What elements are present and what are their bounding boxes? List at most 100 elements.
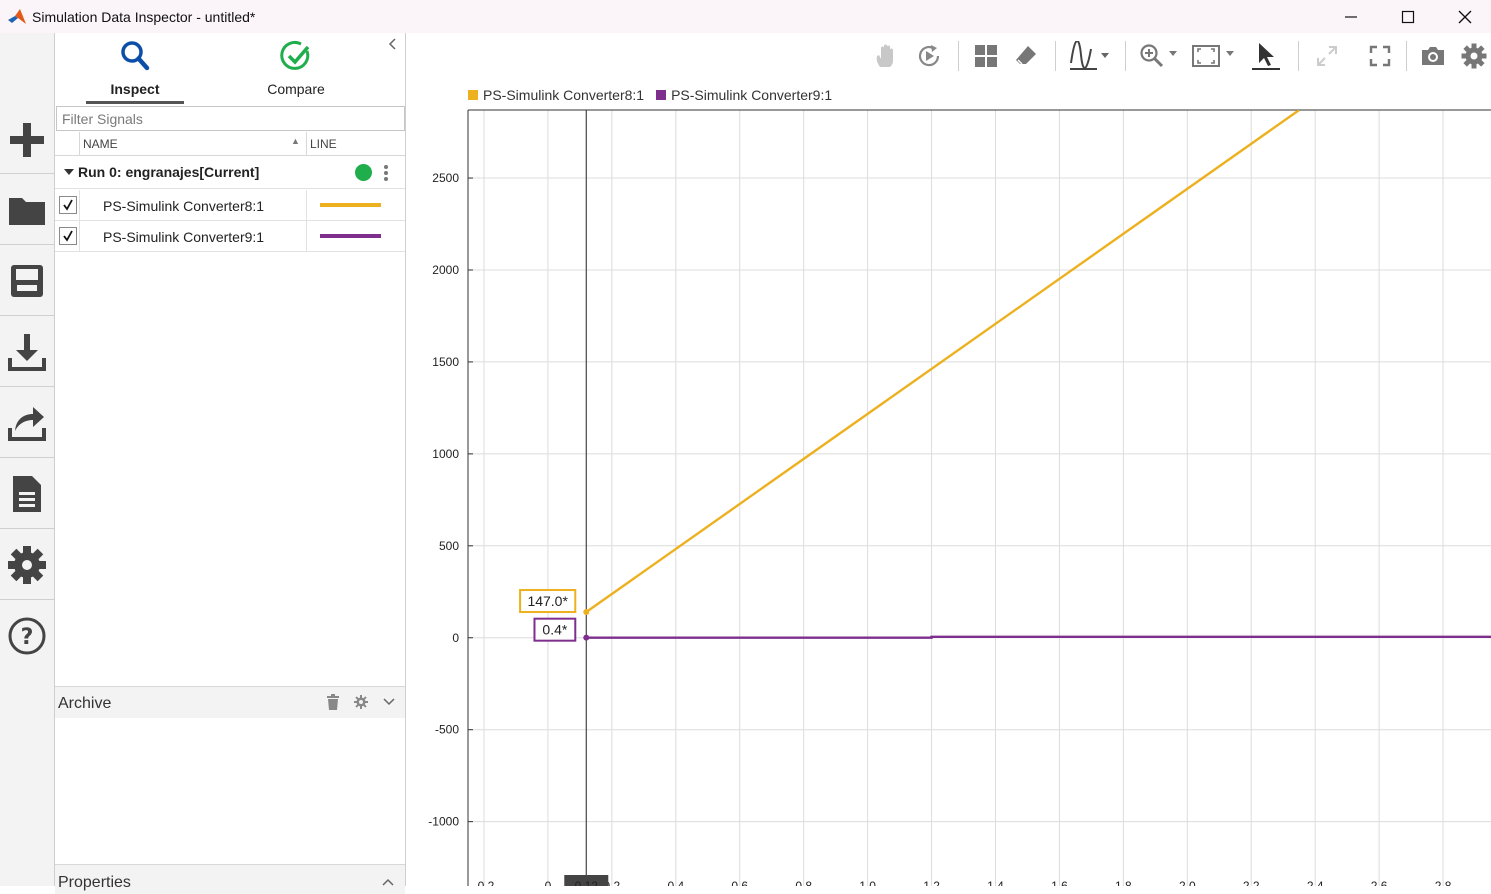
y-tick-label: 2500 — [432, 171, 459, 185]
signal-row[interactable]: PS-Simulink Converter8:1 — [55, 190, 405, 221]
x-tick-label: 2.4 — [1307, 879, 1324, 886]
layout-button[interactable] — [973, 41, 999, 71]
title-bar: Simulation Data Inspector - untitled* — [0, 0, 1491, 33]
expand-icon — [1317, 46, 1337, 66]
cursor-button[interactable] — [1249, 41, 1283, 71]
eraser-icon — [1016, 46, 1036, 65]
y-tick-label: 2000 — [432, 263, 459, 277]
folder-icon — [9, 198, 45, 225]
properties-section[interactable]: Properties — [55, 864, 405, 894]
new-session-button[interactable] — [0, 105, 54, 175]
sort-ascending-icon[interactable]: ▲ — [291, 136, 300, 146]
filter-signals-input[interactable] — [56, 106, 405, 131]
signal-panel: Inspect Compare NAME ▲ LINE Run 0: engra… — [55, 33, 406, 894]
series-line[interactable] — [585, 110, 1300, 613]
signal-name: PS-Simulink Converter9:1 — [103, 229, 265, 245]
x-tick-label: 2.0 — [1179, 879, 1196, 886]
archive-label: Archive — [58, 695, 112, 712]
close-icon — [1458, 10, 1472, 23]
fit-button[interactable] — [1191, 41, 1239, 71]
replay-button[interactable] — [915, 41, 943, 71]
archive-section[interactable]: Archive — [55, 686, 405, 718]
signal-checkbox[interactable] — [59, 196, 77, 214]
cursor-icon — [1252, 43, 1280, 70]
x-tick-label: 0 — [545, 879, 552, 886]
tab-inspect[interactable]: Inspect — [86, 39, 184, 105]
x-tick-label: 1.6 — [1051, 879, 1068, 886]
left-rail: ? — [0, 33, 55, 886]
collapse-panel-icon[interactable] — [386, 37, 400, 51]
help-icon: ? — [8, 617, 46, 655]
pan-button[interactable] — [873, 41, 899, 71]
x-tick-label: 0.8 — [795, 879, 812, 886]
series-line[interactable] — [586, 635, 1491, 639]
signal-line-style[interactable] — [320, 234, 381, 238]
maximize-button[interactable] — [1380, 0, 1436, 33]
y-tick-label: 0 — [452, 631, 459, 645]
run-label: Run 0: engranajes[Current] — [78, 164, 260, 180]
minimize-icon — [1345, 15, 1357, 18]
layout-grid-icon — [975, 45, 997, 67]
x-tick-label: 1.4 — [987, 879, 1004, 886]
maximize-icon — [1401, 10, 1415, 23]
signal-line-style[interactable] — [320, 203, 381, 207]
settings-icon — [1461, 43, 1487, 69]
tab-compare[interactable]: Compare — [247, 39, 345, 105]
checkmark-icon — [63, 230, 73, 242]
camera-icon — [1422, 47, 1444, 65]
column-header-line[interactable]: LINE — [310, 137, 337, 151]
x-tick-label: 1.0 — [859, 879, 876, 886]
x-tick-label: 2.8 — [1435, 879, 1452, 886]
preferences-button[interactable] — [0, 530, 54, 600]
signal-wave-icon — [1070, 41, 1109, 70]
column-header-name[interactable]: NAME — [83, 137, 118, 151]
cursor-point — [583, 634, 590, 641]
cursor-readout-value: 0.4* — [542, 622, 567, 638]
run-row[interactable]: Run 0: engranajes[Current] — [55, 157, 405, 189]
signal-table-header: NAME ▲ LINE — [55, 132, 405, 156]
fullscreen-icon — [1369, 45, 1391, 67]
tab-inspect-label: Inspect — [110, 81, 160, 97]
share-button[interactable] — [0, 388, 54, 458]
save-button[interactable] — [0, 246, 54, 316]
svg-text:?: ? — [21, 625, 34, 650]
help-button[interactable]: ? — [0, 601, 54, 671]
cursor-x-value: 0.12 — [575, 879, 599, 886]
minimize-button[interactable] — [1323, 0, 1379, 33]
matlab-logo-icon — [8, 8, 26, 24]
x-tick-label: 1.2 — [923, 879, 940, 886]
signal-row[interactable]: PS-Simulink Converter9:1 — [55, 221, 405, 252]
time-plot[interactable]: -1000-50005001000150020002500-0.2 0 0.2 0.4… — [407, 100, 1491, 886]
plot-settings-button[interactable] — [1460, 41, 1488, 71]
cursor-point — [583, 609, 590, 616]
save-icon — [11, 265, 43, 297]
import-icon — [8, 334, 46, 371]
fullscreen-button[interactable] — [1367, 41, 1393, 71]
close-window-button[interactable] — [1437, 0, 1491, 33]
signal-style-button[interactable] — [1069, 41, 1111, 71]
import-button[interactable] — [0, 317, 54, 387]
run-status-indicator — [355, 164, 372, 181]
x-tick-label: 0.4 — [667, 879, 684, 886]
chevron-down-icon[interactable] — [382, 697, 396, 707]
checkmark-icon — [63, 199, 73, 211]
gear-icon — [8, 546, 46, 584]
cursor-readout-value: 147.0* — [527, 593, 568, 609]
expand-button[interactable] — [1314, 41, 1340, 71]
report-button[interactable] — [0, 459, 54, 529]
trash-icon[interactable] — [325, 693, 341, 711]
x-tick-label: 2.2 — [1243, 879, 1260, 886]
expand-run-icon[interactable] — [64, 169, 74, 175]
open-button[interactable] — [0, 175, 54, 245]
snapshot-button[interactable] — [1419, 41, 1447, 71]
zoom-button[interactable] — [1139, 41, 1181, 71]
search-icon — [121, 41, 150, 71]
legend-swatch — [468, 90, 478, 100]
x-tick-label: 0.6 — [731, 879, 748, 886]
y-tick-label: -1000 — [428, 815, 459, 829]
run-options-icon[interactable] — [383, 163, 389, 183]
clear-subplot-button[interactable] — [1013, 41, 1039, 71]
archive-settings-icon[interactable] — [354, 695, 368, 709]
y-tick-label: 1500 — [432, 355, 459, 369]
signal-checkbox[interactable] — [59, 227, 77, 245]
